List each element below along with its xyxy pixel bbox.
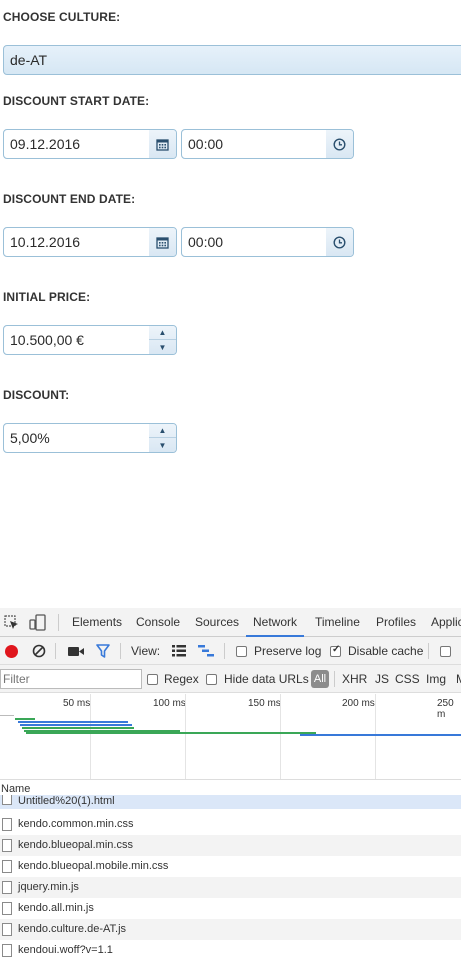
request-row[interactable]: jquery.min.js	[0, 877, 461, 898]
clock-icon	[333, 137, 346, 151]
decrease-arrow-icon[interactable]: ▼	[149, 340, 176, 354]
request-row[interactable]: kendo.culture.de-AT.js	[0, 919, 461, 940]
type-filter-img[interactable]: Img	[426, 672, 446, 686]
waterfall-bar	[20, 724, 132, 726]
document-icon	[2, 839, 12, 852]
discount-numeric[interactable]: 5,00% ▲ ▼	[3, 423, 177, 453]
document-icon	[2, 881, 12, 894]
document-icon	[2, 923, 12, 936]
document-icon	[2, 795, 12, 805]
waterfall-bar	[300, 734, 461, 736]
type-filter-media[interactable]: M	[456, 672, 461, 686]
start-calendar-button[interactable]	[149, 130, 176, 158]
offline-checkbox[interactable]	[440, 646, 451, 657]
request-row[interactable]: Untitled%20(1).html	[0, 795, 461, 809]
calendar-icon	[156, 138, 169, 151]
devtools-panel: Elements Console Sources Network Timelin…	[0, 608, 461, 964]
tab-sources[interactable]: Sources	[195, 608, 239, 637]
hide-data-urls-checkbox[interactable]	[206, 674, 217, 685]
waterfall-bar	[18, 721, 128, 723]
end-calendar-button[interactable]	[149, 228, 176, 256]
discount-spinner[interactable]: ▲ ▼	[149, 424, 176, 452]
type-filter-css[interactable]: CSS	[395, 672, 420, 686]
regex-label: Regex	[164, 672, 199, 686]
tick-label: 200 ms	[342, 698, 375, 709]
regex-checkbox[interactable]	[147, 674, 158, 685]
initial-price-label: INITIAL PRICE:	[3, 290, 91, 304]
preserve-log-checkbox[interactable]	[236, 646, 247, 657]
camera-icon[interactable]	[68, 646, 84, 657]
record-icon[interactable]	[5, 645, 18, 658]
start-date-label: DISCOUNT START DATE:	[3, 94, 150, 108]
tab-network[interactable]: Network	[246, 608, 305, 637]
filter-icon[interactable]	[96, 644, 110, 658]
preserve-log-label: Preserve log	[254, 644, 322, 658]
network-overview: 50 ms 100 ms 150 ms 200 ms 250 m	[0, 694, 461, 780]
disable-cache-label: Disable cache	[348, 644, 424, 658]
price-spinner[interactable]: ▲ ▼	[149, 326, 176, 354]
inspect-element-icon[interactable]	[4, 615, 19, 630]
tab-profiles[interactable]: Profiles	[376, 608, 416, 637]
network-toolbar: View: Preserve log Disable cache	[0, 637, 461, 665]
hide-data-urls-label: Hide data URLs	[224, 672, 309, 686]
request-row[interactable]: kendo.common.min.css	[0, 814, 461, 835]
request-row[interactable]: kendoui.woff?v=1.1	[0, 940, 461, 961]
disable-cache-checkbox[interactable]	[330, 644, 341, 657]
clock-icon	[333, 235, 346, 249]
discount-label: DISCOUNT:	[3, 388, 70, 402]
discount-input[interactable]: 5,00%	[4, 424, 150, 452]
increase-arrow-icon[interactable]: ▲	[149, 326, 176, 340]
culture-dropdown[interactable]: de-AT	[3, 45, 461, 75]
waterfall-bar	[0, 715, 14, 716]
filter-input[interactable]	[0, 669, 142, 689]
initial-price-input[interactable]: 10.500,00 €	[4, 326, 150, 354]
type-filter-js[interactable]: JS	[375, 672, 389, 686]
waterfall-bar	[22, 727, 134, 729]
waterfall-icon[interactable]	[198, 645, 214, 657]
tab-application[interactable]: Applic	[431, 608, 461, 637]
document-icon	[2, 818, 12, 831]
filter-bar: Regex Hide data URLs All XHR JS CSS Img …	[0, 665, 461, 693]
culture-label: CHOOSE CULTURE:	[3, 10, 121, 24]
tick-label: 150 ms	[248, 698, 281, 709]
request-row[interactable]: kendo.blueopal.min.css	[0, 835, 461, 856]
end-clock-button[interactable]	[326, 228, 353, 256]
document-icon	[2, 902, 12, 915]
large-rows-icon[interactable]	[172, 645, 186, 657]
tab-timeline[interactable]: Timeline	[315, 608, 360, 637]
type-filter-xhr[interactable]: XHR	[342, 672, 367, 686]
waterfall-bar	[26, 732, 316, 734]
document-icon	[2, 860, 12, 873]
tick-label: 250 m	[437, 698, 454, 720]
initial-price-numeric[interactable]: 10.500,00 € ▲ ▼	[3, 325, 177, 355]
end-date-label: DISCOUNT END DATE:	[3, 192, 136, 206]
start-time-picker[interactable]: 00:00	[181, 129, 354, 159]
end-time-input[interactable]: 00:00	[182, 228, 327, 256]
start-date-picker[interactable]: 09.12.2016	[3, 129, 177, 159]
end-time-picker[interactable]: 00:00	[181, 227, 354, 257]
clear-icon[interactable]	[32, 644, 46, 658]
tick-label: 100 ms	[153, 698, 186, 709]
culture-value: de-AT	[10, 52, 48, 68]
waterfall-bar	[15, 718, 35, 720]
end-date-picker[interactable]: 10.12.2016	[3, 227, 177, 257]
tick-label: 50 ms	[63, 698, 91, 709]
tab-console[interactable]: Console	[136, 608, 180, 637]
device-mode-icon[interactable]	[29, 614, 46, 631]
start-time-input[interactable]: 00:00	[182, 130, 327, 158]
tab-elements[interactable]: Elements	[72, 608, 122, 637]
calendar-icon	[156, 236, 169, 249]
increase-arrow-icon[interactable]: ▲	[149, 424, 176, 438]
start-clock-button[interactable]	[326, 130, 353, 158]
document-icon	[2, 944, 12, 957]
end-date-input[interactable]: 10.12.2016	[4, 228, 150, 256]
type-filter-all[interactable]: All	[311, 670, 329, 688]
devtools-tab-bar: Elements Console Sources Network Timelin…	[0, 608, 461, 637]
decrease-arrow-icon[interactable]: ▼	[149, 438, 176, 452]
start-date-input[interactable]: 09.12.2016	[4, 130, 150, 158]
request-row[interactable]: kendo.all.min.js	[0, 898, 461, 919]
request-row[interactable]: kendo.blueopal.mobile.min.css	[0, 856, 461, 877]
view-label: View:	[131, 644, 161, 658]
